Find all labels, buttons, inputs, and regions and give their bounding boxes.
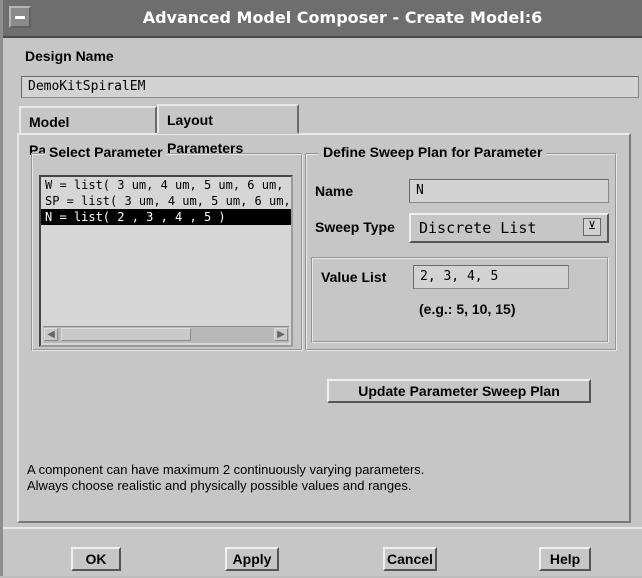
- ok-button[interactable]: OK: [71, 547, 121, 571]
- sweep-type-select[interactable]: Discrete List ⊻: [409, 213, 609, 243]
- window-menu-icon[interactable]: [9, 6, 31, 28]
- sweep-type-label: Sweep Type: [315, 219, 395, 235]
- value-list-field[interactable]: 2, 3, 4, 5: [413, 265, 569, 289]
- info-text: A component can have maximum 2 continuou…: [27, 462, 424, 494]
- scroll-thumb[interactable]: [61, 328, 191, 341]
- value-list-box: Value List 2, 3, 4, 5 (e.g.: 5, 10, 15): [311, 257, 609, 343]
- apply-button[interactable]: Apply: [225, 547, 279, 571]
- select-parameter-group: Select Parameter W = list( 3 um, 4 um, 5…: [31, 144, 303, 351]
- info-line-1: A component can have maximum 2 continuou…: [27, 462, 425, 477]
- parameter-name-field[interactable]: N: [409, 179, 609, 203]
- window-title: Advanced Model Composer - Create Model:6: [142, 8, 543, 27]
- sweep-plan-group: Define Sweep Plan for Parameter Name N S…: [305, 144, 617, 351]
- design-name-field[interactable]: DemoKitSpiralEM: [21, 76, 639, 98]
- cancel-button[interactable]: Cancel: [383, 547, 437, 571]
- scroll-right-icon[interactable]: ▶: [274, 328, 288, 341]
- dropdown-arrow-icon: ⊻: [583, 218, 601, 236]
- tab-layout-parameters[interactable]: Layout Parameters: [157, 104, 299, 156]
- dialog-window: Advanced Model Composer - Create Model:6…: [0, 0, 642, 576]
- horizontal-scrollbar[interactable]: ◀ ▶: [43, 326, 289, 343]
- value-list-label: Value List: [321, 269, 387, 285]
- info-line-2: Always choose realistic and physically p…: [27, 478, 412, 493]
- example-hint: (e.g.: 5, 10, 15): [419, 301, 516, 317]
- name-label: Name: [315, 183, 354, 199]
- help-button[interactable]: Help: [539, 547, 591, 571]
- parameter-list[interactable]: W = list( 3 um, 4 um, 5 um, 6 um, 7 SP =…: [39, 175, 293, 347]
- scroll-left-icon[interactable]: ◀: [44, 328, 58, 341]
- tab-model-parameters[interactable]: Model Parameters: [19, 106, 157, 158]
- sweep-plan-title: Define Sweep Plan for Parameter: [319, 144, 547, 160]
- title-bar[interactable]: Advanced Model Composer - Create Model:6: [3, 0, 642, 38]
- design-name-label: Design Name: [25, 48, 114, 64]
- list-item[interactable]: W = list( 3 um, 4 um, 5 um, 6 um, 7: [41, 177, 291, 193]
- update-sweep-plan-button[interactable]: Update Parameter Sweep Plan: [327, 379, 591, 403]
- list-item[interactable]: SP = list( 3 um, 4 um, 5 um, 6 um, 7: [41, 193, 291, 209]
- sweep-type-value: Discrete List: [419, 219, 537, 237]
- button-bar: OK Apply Cancel Help: [3, 527, 642, 578]
- select-parameter-title: Select Parameter: [45, 144, 167, 160]
- list-item[interactable]: N = list( 2 , 3 , 4 , 5 ): [41, 209, 291, 225]
